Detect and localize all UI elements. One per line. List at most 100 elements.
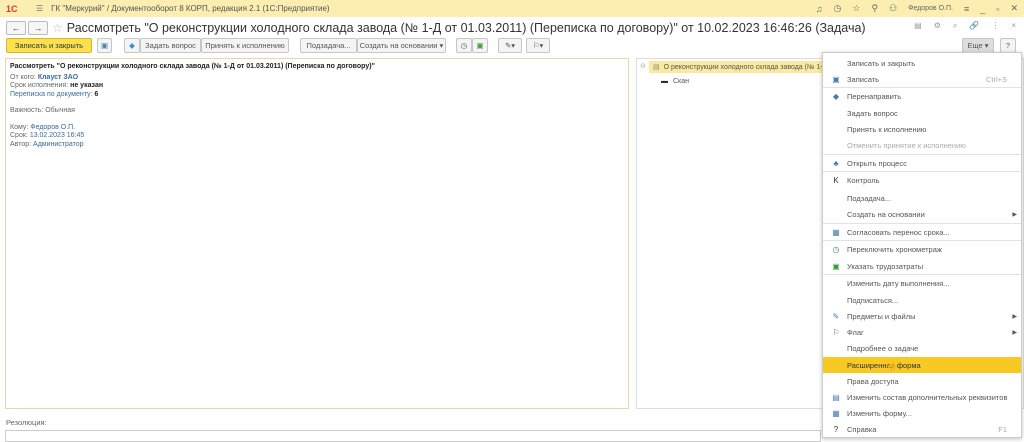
link-icon[interactable]: 🔗 [969,21,979,31]
minimize-icon[interactable]: _ [980,4,985,14]
menu-item-label: Подробнее о задаче [847,343,919,353]
calendar-icon: ▦ [832,227,840,237]
users-icon[interactable]: ⚇ [889,3,897,14]
flag-icon[interactable]: ⚐▾ [526,38,550,53]
menu-item[interactable]: ✎ Предметы и файлы ▶ [823,308,1021,324]
deadline-label: Срок исполнения: [10,82,69,89]
attributes-icon: ▤ [832,392,840,402]
menu-item[interactable]: ▣ Указать трудозатраты [823,258,1021,274]
shortcut-label: F1 [998,424,1007,434]
tree-root-document[interactable]: ▤ О реконструкции холодного склада завода… [649,61,849,73]
create-based-button[interactable]: Создать на основании ▾ [357,38,446,53]
author-link[interactable]: Администратор [33,141,84,148]
help-button[interactable]: ? [1000,38,1016,53]
resolution-label: Резолюция: [6,418,47,427]
scan-label: Скан [673,78,690,85]
menu-item-label: Записать [847,74,880,84]
close-icon[interactable]: ✕ [1010,3,1018,14]
submenu-arrow-icon: ▶ [1012,313,1017,320]
labor-icon[interactable]: ▣ [472,38,488,53]
close-form-icon[interactable]: × [1011,21,1016,31]
current-user[interactable]: Федоров О.П. [908,5,953,12]
menu-item[interactable]: ? Справка F1 [823,421,1021,437]
menu-item[interactable]: K Контроль [823,172,1021,188]
menu-item[interactable]: Подробнее о задаче [823,340,1021,356]
menu-item-label: Изменить состав дополнительных реквизито… [847,392,1008,402]
favorite-star-icon[interactable]: ☆ [52,21,63,35]
form-header: ← → ☆ Рассмотреть "О реконструкции холод… [0,18,1024,38]
app-title: ГК "Меркурий" / Документооборот 8 КОРП, … [51,4,330,13]
save-icon[interactable]: ▣ [97,38,112,53]
menu-item-label: Открыть процесс [847,158,907,168]
correspondence-label[interactable]: Переписка по документу: [10,91,92,98]
menu-item[interactable]: ▣ Записать Ctrl+S [823,71,1021,87]
notifications-icon[interactable]: ♫ [816,4,823,14]
menu-item[interactable]: Подписаться... [823,292,1021,308]
menu-item[interactable]: ▦ Изменить форму... [823,405,1021,421]
menu-item-label: Изменить дату выполнения... [847,278,950,288]
menu-item[interactable]: ▤ Изменить состав дополнительных реквизит… [823,389,1021,405]
clock-icon: ◷ [832,244,840,254]
history-icon[interactable]: ◷ [834,3,842,14]
more-button[interactable]: Еще ▾ [962,38,994,53]
menu-item-label: Отменить принятие к исполнению [847,140,966,150]
tree-item-scan[interactable]: ▬ Скан [661,78,689,85]
menu-item[interactable]: ◆ Перенаправить [823,88,1021,104]
task-heading: Рассмотреть "О реконструкции холодного с… [10,63,375,70]
main-menu-icon[interactable]: ☰ [36,4,43,13]
forward-button[interactable]: → [28,21,48,35]
back-button[interactable]: ← [6,21,26,35]
menu-item[interactable]: Отменить принятие к исполнению [823,137,1021,153]
menu-item[interactable]: ◷ Переключить хронометраж [823,241,1021,257]
accept-button[interactable]: Принять к исполнению [201,38,289,53]
menu-item[interactable]: Создать на основании ▶ [823,206,1021,222]
zoom-icon[interactable]: ⌕ [953,21,957,31]
menu-item-label: Подписаться... [847,295,899,305]
menu-item[interactable]: ⚐ Флаг ▶ [823,324,1021,340]
menu-item[interactable]: Задать вопрос [823,105,1021,121]
menu-item[interactable]: Записать и закрыть [823,55,1021,71]
print-icon[interactable]: ▤ [914,21,922,31]
menu-item-label: Контроль [847,175,880,185]
menu-item-label: Записать и закрыть [847,58,916,68]
task-info-panel: Рассмотреть "О реконструкции холодного с… [5,58,629,409]
app-logo: 1С [6,3,18,14]
restore-icon[interactable]: ▫ [996,4,999,14]
menu-item[interactable]: Принять к исполнению [823,121,1021,137]
menu-item-label: Предметы и файлы [847,311,916,321]
menu-item[interactable]: Расширенная форма ☝ [823,357,1021,373]
menu-item[interactable]: Изменить дату выполнения... [823,275,1021,291]
menu-item-label: Принять к исполнению [847,124,927,134]
collapse-icon[interactable]: ⊖ [640,62,646,70]
menu-item-label: Создать на основании [847,209,925,219]
save-close-button[interactable]: Записать и закрыть [6,38,92,53]
menu-item[interactable]: Подзадача... [823,190,1021,206]
menu-item[interactable]: ▦ Согласовать перенос срока... [823,224,1021,240]
search-icon[interactable]: ⚲ [871,3,878,14]
settings-icon[interactable]: ⚙ [934,21,941,31]
to-link[interactable]: Федоров О.П. [30,124,75,131]
clock-icon[interactable]: ◷ [456,38,472,53]
paperclip-icon[interactable]: ✎▾ [498,38,522,53]
subtask-button[interactable]: Подзадача... [300,38,357,53]
help-icon: ? [833,424,839,434]
favorites-icon[interactable]: ☆ [852,3,860,14]
settings-menu-icon[interactable]: ≡ [964,4,969,14]
control-icon: K [833,175,839,185]
menu-item[interactable]: Права доступа [823,373,1021,389]
menu-item-label: Расширенная форма [847,360,921,370]
more-vert-icon[interactable]: ⋮ [991,21,999,31]
more-actions-menu: Записать и закрыть ▣ Записать Ctrl+S ◆ Перена… [822,52,1022,438]
shortcut-label: Ctrl+S [985,74,1007,84]
ask-question-button[interactable]: Задать вопрос [140,38,201,53]
menu-item[interactable]: ♣ Открыть процесс [823,155,1021,171]
document-icon: ▤ [653,64,660,71]
resolution-input[interactable] [5,430,821,442]
tree-root-label: О реконструкции холодного склада завода … [663,63,828,71]
create-based-label: Создать на основании [359,41,438,50]
redirect-icon[interactable]: ◆ [124,38,140,53]
correspondence-count[interactable]: 6 [94,91,98,98]
from-link[interactable]: Клауст ЗАО [38,74,78,81]
more-label: Еще [967,41,983,50]
submenu-arrow-icon: ▶ [1012,211,1017,218]
